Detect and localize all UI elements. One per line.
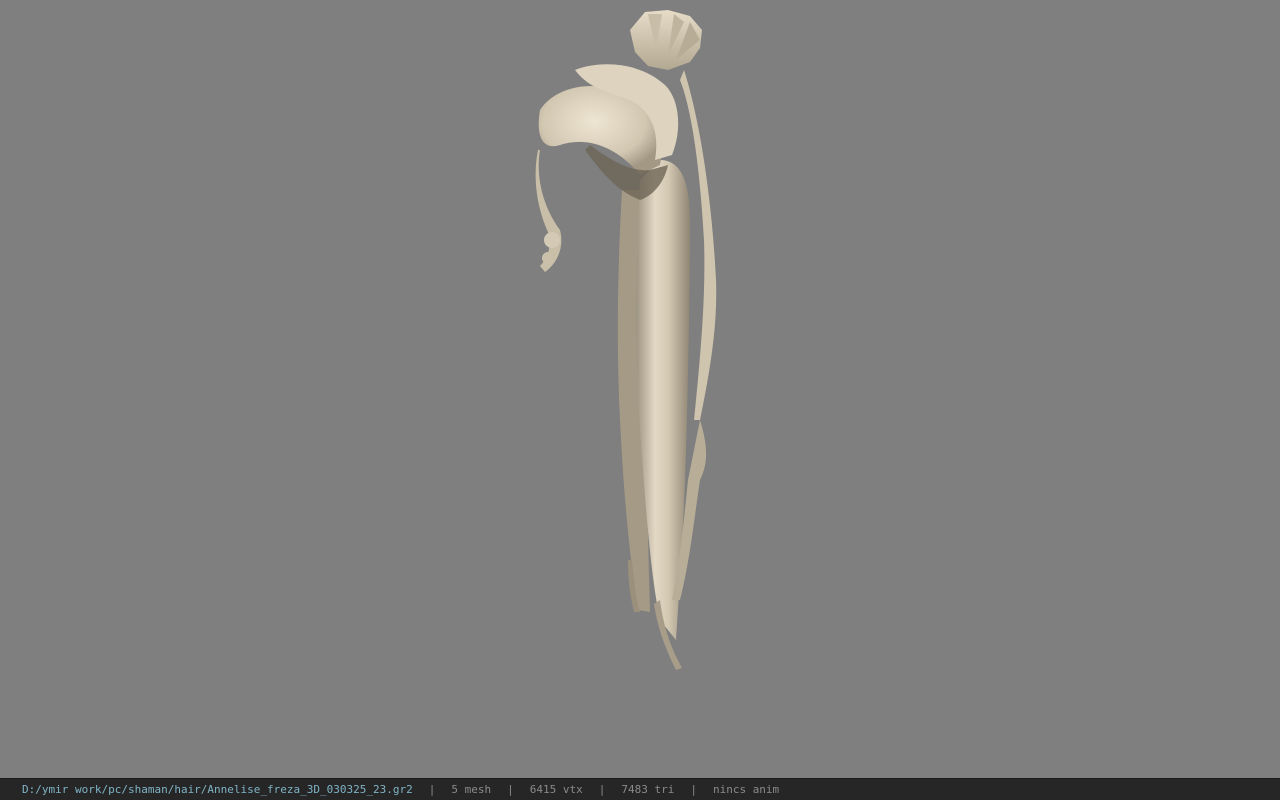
hair-model-render[interactable]	[0, 0, 1280, 778]
status-separator: |	[507, 783, 514, 796]
status-separator: |	[598, 783, 606, 796]
file-path-label: D:/ymir work/pc/shaman/hair/Annelise_fre…	[22, 783, 413, 796]
status-separator: |	[690, 783, 697, 796]
status-separator: |	[428, 783, 436, 796]
mesh-count-label: 5 mesh	[451, 783, 492, 796]
hair-crown	[630, 10, 702, 70]
vertex-count-label: 6415 vtx	[529, 783, 583, 796]
triangle-count-label: 7483 tri	[621, 783, 675, 796]
3d-viewport[interactable]	[0, 0, 1280, 778]
animation-status-label: nincs anim	[712, 783, 780, 796]
status-bar: D:/ymir work/pc/shaman/hair/Annelise_fre…	[0, 778, 1280, 800]
